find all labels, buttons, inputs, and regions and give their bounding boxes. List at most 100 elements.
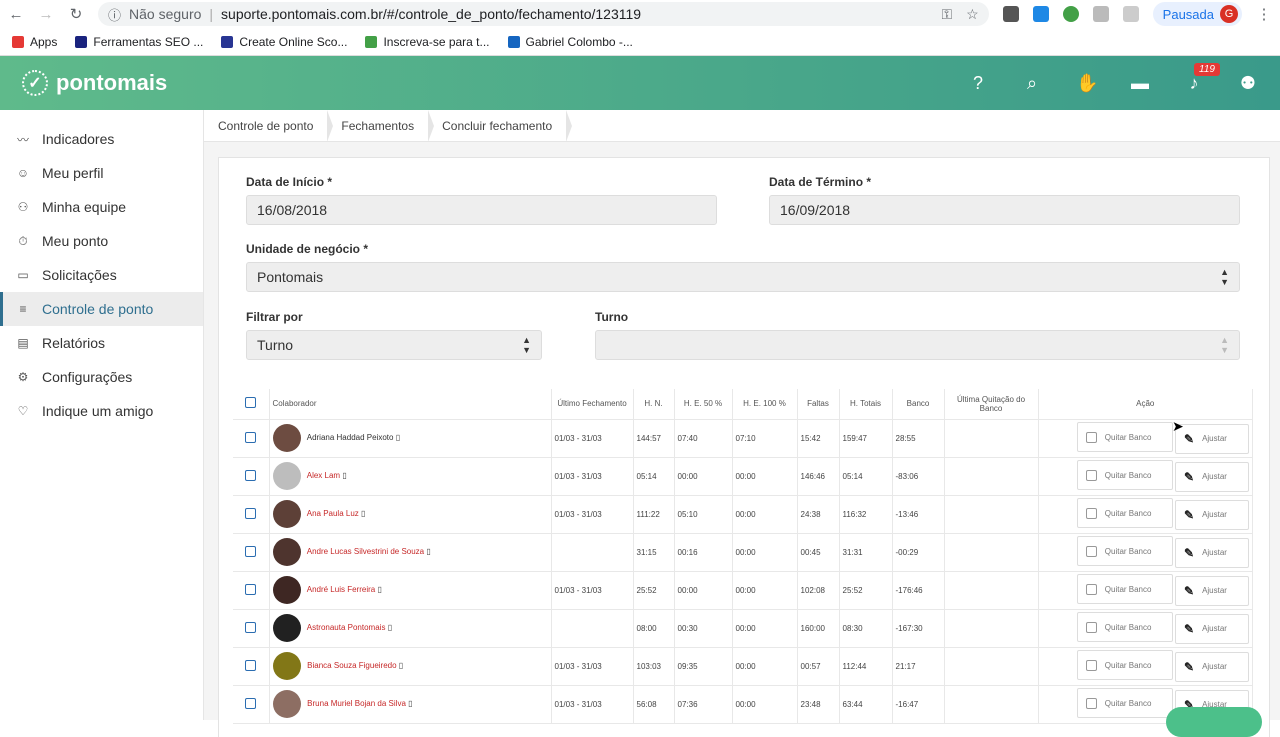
employee-name[interactable]: Ana Paula Luz bbox=[307, 509, 359, 518]
cell: 112:44 bbox=[839, 647, 893, 686]
cell: 00:00 bbox=[732, 609, 798, 648]
cell: -83:06 bbox=[892, 457, 945, 496]
cell: 00:57 bbox=[797, 647, 840, 686]
row-checkbox[interactable] bbox=[245, 545, 257, 557]
bookmarks-bar: Apps Ferramentas SEO ... Create Online Sco… bbox=[0, 28, 1280, 56]
extension-icon[interactable] bbox=[1122, 6, 1139, 22]
ajustar-button[interactable]: ✎ Ajustar bbox=[1175, 651, 1249, 682]
row-checkbox[interactable] bbox=[245, 621, 257, 633]
quitar-banco-button[interactable]: Quitar Banco bbox=[1076, 574, 1173, 605]
logo[interactable]: ✓ pontomais bbox=[22, 70, 167, 96]
help-icon[interactable]: ? bbox=[968, 73, 988, 94]
cell: -13:46 bbox=[892, 495, 945, 534]
ajustar-button[interactable]: ✎ Ajustar bbox=[1175, 499, 1249, 530]
bookmark-item[interactable]: Gabriel Colombo -... bbox=[507, 35, 633, 49]
extension-icon[interactable] bbox=[1032, 6, 1049, 22]
ajustar-button[interactable]: ✎ Ajustar bbox=[1175, 575, 1249, 606]
row-checkbox[interactable] bbox=[245, 507, 257, 519]
breadcrumb-item[interactable]: Controle de ponto bbox=[204, 110, 334, 142]
cell: 00:00 bbox=[674, 457, 733, 496]
ajustar-button[interactable]: ✎ Ajustar bbox=[1175, 461, 1249, 492]
ajustar-button[interactable]: ✎ Ajustar bbox=[1175, 613, 1249, 644]
employee-name[interactable]: Bianca Souza Figueiredo bbox=[307, 661, 396, 670]
shift-select[interactable]: ▲ ▼ bbox=[595, 330, 1240, 360]
quitar-banco-button[interactable]: Quitar Banco bbox=[1076, 536, 1173, 567]
end-date-input[interactable]: 16/09/2018 bbox=[769, 195, 1240, 225]
sidebar-item[interactable]: 〰 Indicadores bbox=[0, 122, 203, 156]
menu-icon[interactable]: ⋮ bbox=[1256, 5, 1272, 23]
filter-select[interactable]: Turno ▲ ▼ bbox=[246, 330, 542, 360]
extension-icon[interactable] bbox=[1002, 6, 1019, 22]
employee-name[interactable]: Astronauta Pontomais bbox=[307, 623, 386, 632]
extension-icon[interactable] bbox=[1062, 6, 1079, 22]
business-unit-select[interactable]: Pontomais ▲ ▼ bbox=[246, 262, 1240, 292]
sidebar-item[interactable]: ⚙ Configurações bbox=[0, 360, 203, 394]
sidebar-item[interactable]: ▤ Relatórios bbox=[0, 326, 203, 360]
cell: 00:00 bbox=[732, 457, 798, 496]
quitar-banco-button[interactable]: Quitar Banco bbox=[1076, 650, 1173, 681]
employee-name[interactable]: Adriana Haddad Peixoto bbox=[307, 433, 394, 442]
back-icon[interactable]: ← bbox=[8, 6, 24, 23]
message-icon[interactable]: ▬ bbox=[1130, 73, 1150, 94]
bookmark-item[interactable]: Ferramentas SEO ... bbox=[75, 35, 203, 49]
employee-name[interactable]: Alex Lam bbox=[307, 471, 340, 480]
cell: 09:35 bbox=[674, 647, 733, 686]
reload-icon[interactable]: ↻ bbox=[68, 5, 84, 23]
avatar bbox=[272, 424, 301, 452]
breadcrumb-item[interactable]: Fechamentos bbox=[327, 110, 434, 142]
hand-icon[interactable]: ✋ bbox=[1076, 73, 1098, 94]
quitar-banco-button[interactable]: Quitar Banco bbox=[1076, 422, 1173, 453]
chat-fab-button[interactable] bbox=[1166, 707, 1262, 737]
quitar-banco-button[interactable]: Quitar Banco bbox=[1076, 688, 1173, 719]
quitar-banco-button[interactable]: Quitar Banco bbox=[1076, 498, 1173, 529]
col-header: Último Fechamento bbox=[551, 389, 634, 420]
employee-name[interactable]: Bruna Muriel Bojan da Silva bbox=[307, 699, 406, 708]
cell: 56:08 bbox=[633, 685, 675, 724]
employee-name[interactable]: Andre Lucas Silvestrini de Souza bbox=[307, 547, 424, 556]
select-all-checkbox[interactable] bbox=[245, 397, 257, 409]
bookmark-item[interactable]: Apps bbox=[12, 35, 57, 49]
bell-icon[interactable]: ♪ 119 bbox=[1184, 62, 1220, 94]
sidebar-item[interactable]: ♡ Indique um amigo bbox=[0, 394, 203, 428]
sidebar-item[interactable]: ☺ Meu perfil bbox=[0, 156, 203, 190]
sidebar-item[interactable]: ≡ Controle de ponto bbox=[0, 292, 203, 326]
table-row: Andre Lucas Silvestrini de Souza ▯ 31:15 0… bbox=[233, 533, 1253, 572]
extension-icon[interactable] bbox=[1092, 6, 1109, 22]
ajustar-button[interactable]: ✎ Ajustar bbox=[1175, 423, 1249, 454]
key-icon[interactable]: ⚿ bbox=[941, 6, 952, 23]
user-menu-icon[interactable]: ⚉ bbox=[1238, 73, 1258, 94]
sidebar-item[interactable]: ⏱ Meu ponto bbox=[0, 224, 203, 258]
bookmark-item[interactable]: Inscreva-se para t... bbox=[365, 35, 490, 49]
ajustar-button[interactable]: ✎ Ajustar bbox=[1175, 537, 1249, 568]
profile-button[interactable]: Pausada G bbox=[1152, 2, 1242, 26]
cell: 01/03 - 31/03 bbox=[551, 419, 634, 458]
table-row: Astronauta Pontomais ▯ 08:00 00:30 00:00 160… bbox=[233, 609, 1253, 648]
start-date-input[interactable]: 16/08/2018 bbox=[246, 195, 717, 225]
row-checkbox[interactable] bbox=[245, 697, 257, 709]
employee-name[interactable]: André Luis Ferreira bbox=[307, 585, 375, 594]
phone-icon: ▯ bbox=[342, 471, 347, 481]
team-icon: ⚇ bbox=[17, 200, 29, 214]
quitar-banco-button[interactable]: Quitar Banco bbox=[1076, 612, 1173, 643]
cell: 07:40 bbox=[674, 419, 733, 458]
forward-icon[interactable]: → bbox=[38, 6, 54, 23]
breadcrumb-item[interactable]: Concluir fechamento bbox=[428, 110, 573, 142]
phone-icon: ▯ bbox=[398, 661, 404, 671]
row-checkbox[interactable] bbox=[245, 583, 257, 595]
bookmark-item[interactable]: Create Online Sco... bbox=[221, 35, 347, 49]
address-bar[interactable]: ⓘ Não seguro | suporte.pontomais.com.br/… bbox=[98, 2, 989, 26]
cell: 21:17 bbox=[892, 647, 945, 686]
breadcrumb: Controle de ponto Fechamentos Concluir fec… bbox=[204, 110, 1280, 142]
cell: 05:10 bbox=[674, 495, 733, 534]
sidebar-item[interactable]: ⚇ Minha equipe bbox=[0, 190, 203, 224]
sidebar-item[interactable]: ▭ Solicitações bbox=[0, 258, 203, 292]
pencil-icon: ✎ bbox=[1184, 507, 1195, 522]
search-icon[interactable]: ⌕ bbox=[1022, 73, 1042, 94]
avatar: G bbox=[1220, 5, 1238, 23]
row-checkbox[interactable] bbox=[245, 469, 257, 481]
quitar-banco-button[interactable]: Quitar Banco bbox=[1076, 460, 1173, 491]
info-icon[interactable]: ⓘ bbox=[108, 5, 121, 24]
row-checkbox[interactable] bbox=[245, 431, 257, 443]
row-checkbox[interactable] bbox=[245, 659, 257, 671]
star-icon[interactable]: ☆ bbox=[966, 6, 979, 23]
